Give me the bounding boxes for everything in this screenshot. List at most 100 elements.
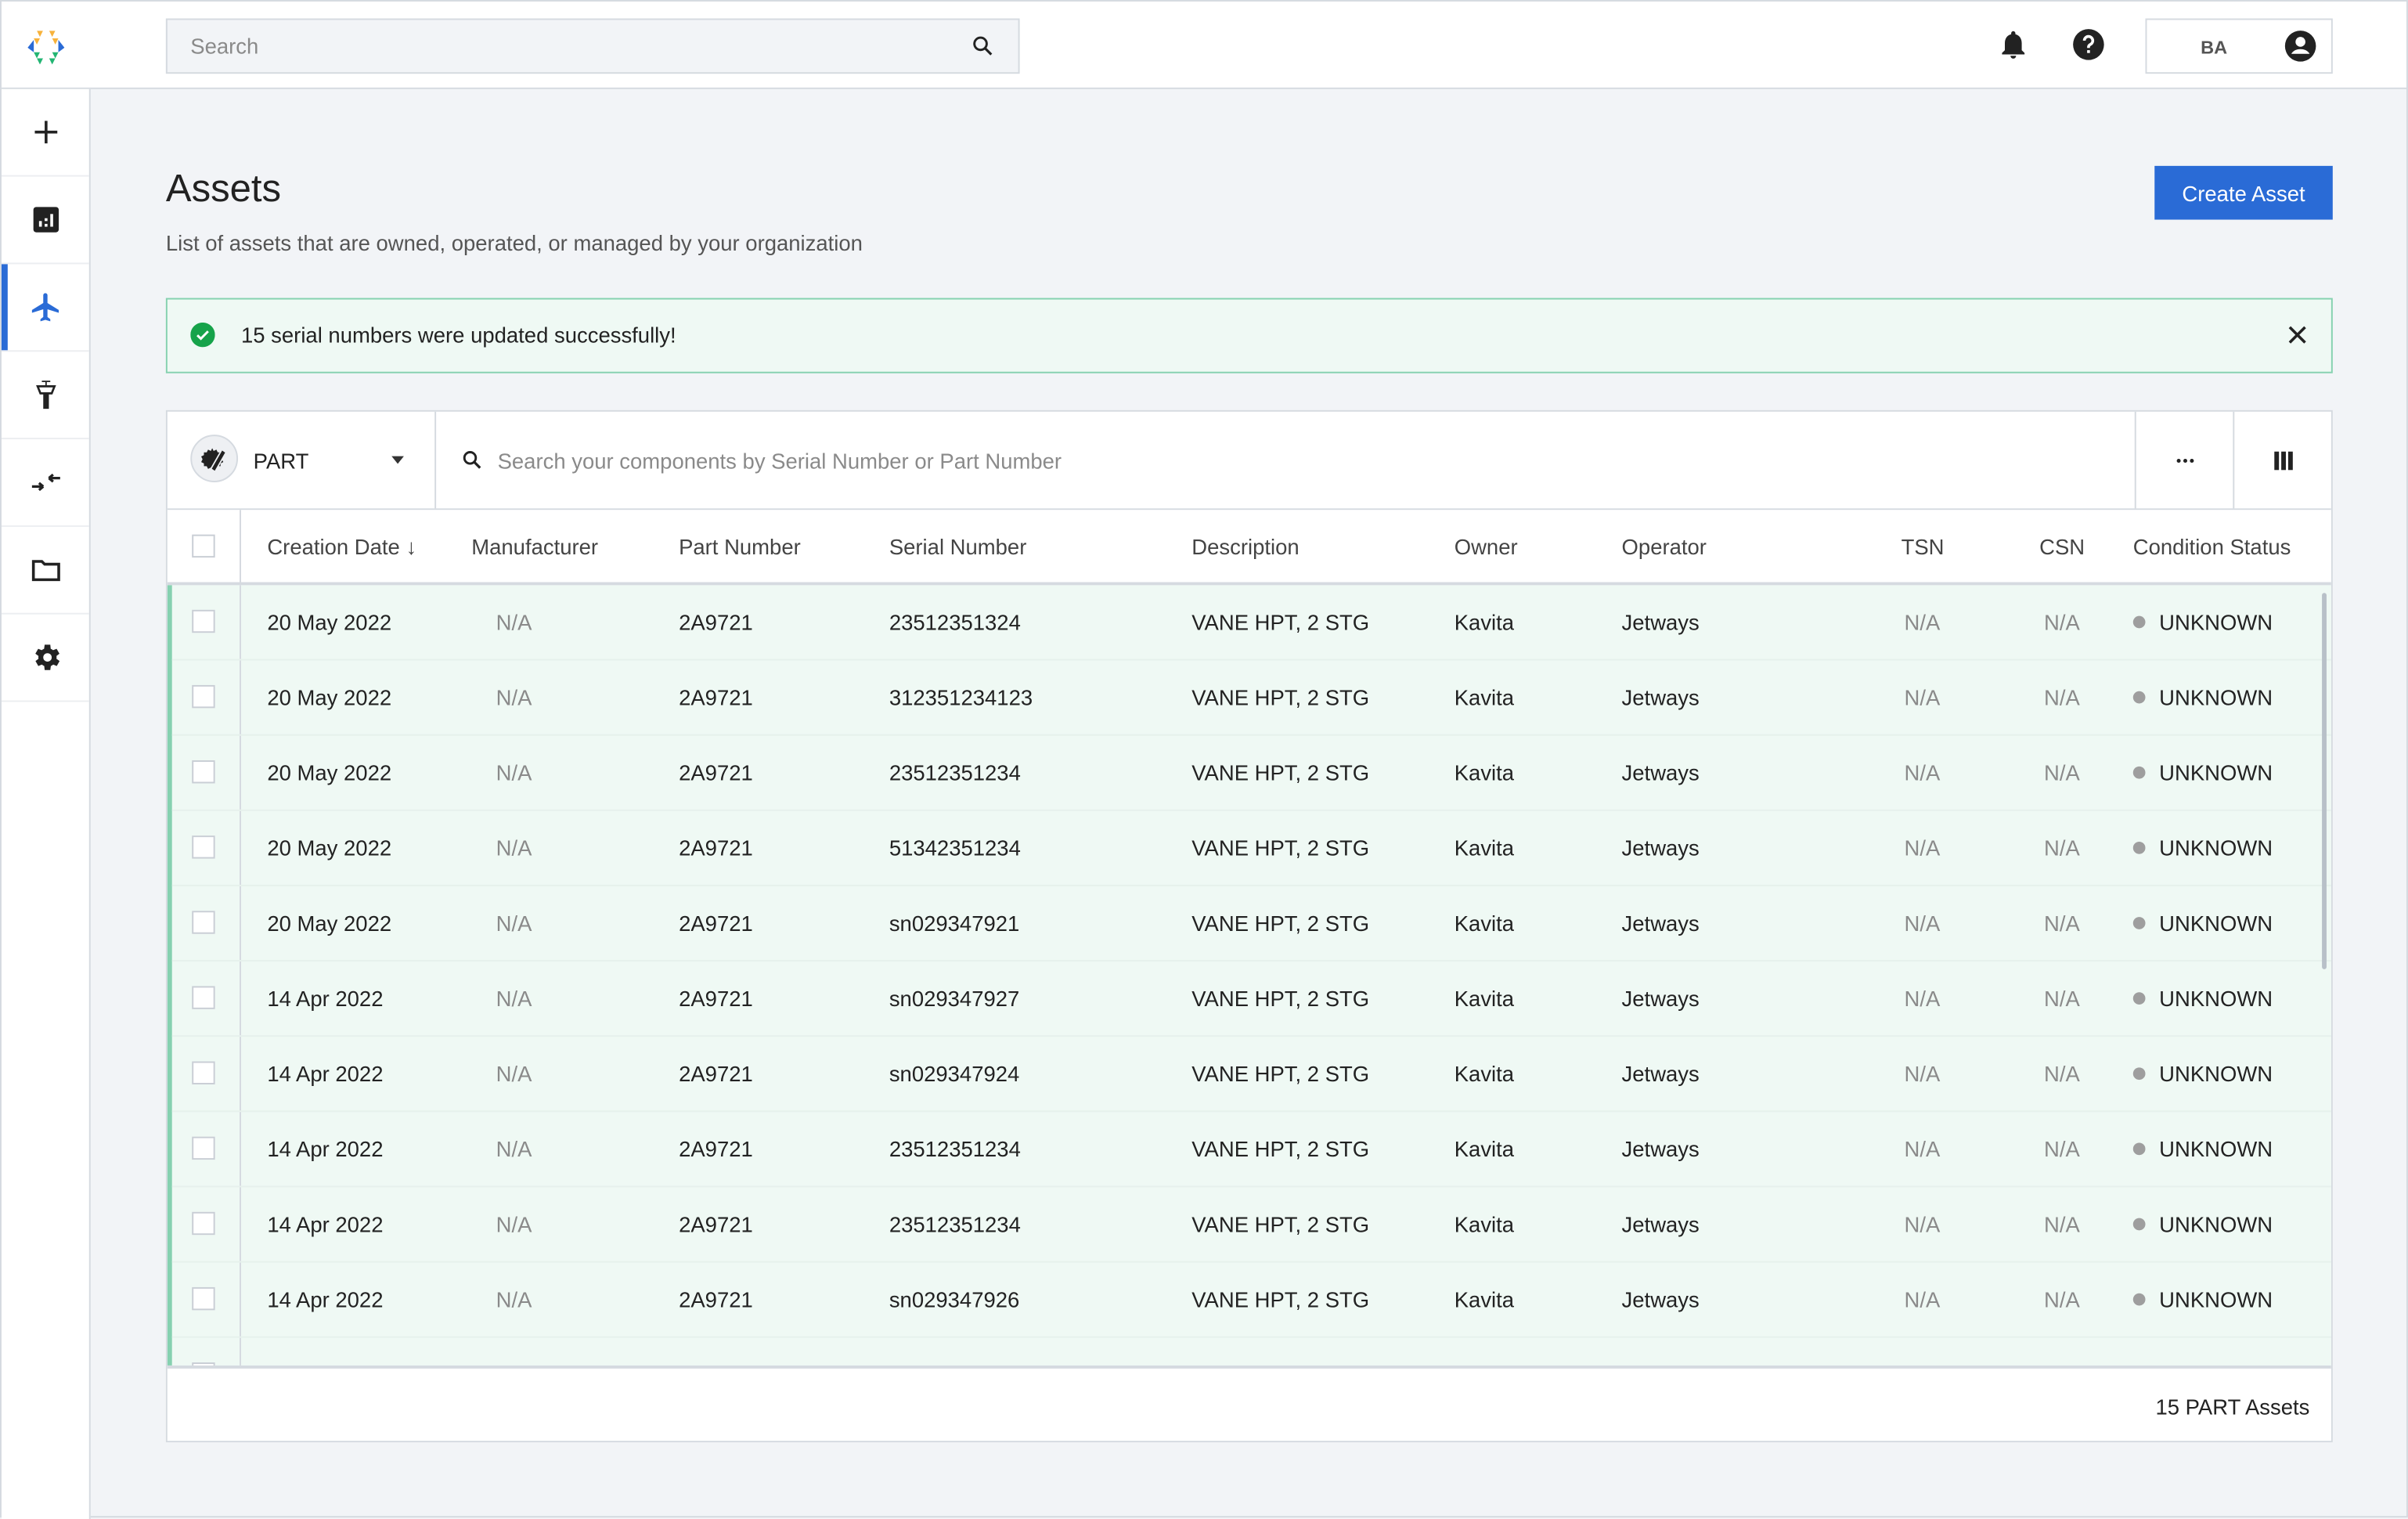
close-icon[interactable] xyxy=(2287,324,2308,345)
column-header-manufacturer[interactable]: Manufacturer xyxy=(471,535,598,559)
table-row[interactable]: 14 Apr 2022 N/A 2A9721 sn029347926 VANE HPT,… xyxy=(171,1263,2331,1338)
column-header-owner[interactable]: Owner xyxy=(1455,535,1518,559)
column-settings-button[interactable] xyxy=(2233,411,2331,509)
table-row[interactable]: 14 Apr 2022 N/A 2A9721 sn029347927 VANE HPT,… xyxy=(171,962,2331,1037)
sidebar-item-airports[interactable] xyxy=(1,352,89,440)
cell-serial-number: 51342351234 xyxy=(889,835,1021,861)
sidebar xyxy=(1,88,91,1519)
assets-table-panel: PART Search your components by Serial Nu… xyxy=(165,410,2333,1443)
sidebar-item-transfers[interactable] xyxy=(1,439,89,527)
cell-part-number: 2A9721 xyxy=(679,986,753,1011)
status-dot-icon xyxy=(2132,842,2146,854)
column-header-condition-status[interactable]: Condition Status xyxy=(2133,535,2291,559)
cell-operator: Jetways xyxy=(1621,986,1700,1011)
column-header-description[interactable]: Description xyxy=(1191,535,1299,559)
cell-creation-date: 20 May 2022 xyxy=(267,609,392,635)
cell-serial-number: 23512351234 xyxy=(889,1136,1021,1162)
cell-owner: Kavita xyxy=(1454,986,1515,1011)
table-row[interactable]: 14 Apr 2022 N/A 2A9721 23512351234 VANE HPT,… xyxy=(171,1187,2331,1263)
cell-csn: N/A xyxy=(2044,684,2080,710)
filter-bar: PART Search your components by Serial Nu… xyxy=(167,411,2331,511)
cell-serial-number: sn029347924 xyxy=(889,1061,1020,1086)
cell-creation-date: 14 Apr 2022 xyxy=(267,1136,384,1162)
table-row[interactable]: 14 Apr 2022 N/A 2A9721 sn029347924 VANE HPT,… xyxy=(171,1037,2331,1113)
logo-icon[interactable] xyxy=(27,31,65,65)
row-checkbox[interactable] xyxy=(192,835,215,859)
row-checkbox[interactable] xyxy=(192,1286,215,1311)
cell-creation-date: 20 May 2022 xyxy=(267,760,392,785)
cell-tsn: N/A xyxy=(1904,684,1941,710)
cell-serial-number: 312351234123 xyxy=(889,684,1033,710)
cell-tsn: N/A xyxy=(1904,986,1941,1011)
search-icon[interactable] xyxy=(972,35,993,56)
cell-description: VANE HPT, 2 STG xyxy=(1191,911,1370,936)
cell-manufacturer: N/A xyxy=(496,1061,532,1086)
cell-tsn: N/A xyxy=(1904,1061,1941,1086)
table-row[interactable] xyxy=(172,1338,2331,1366)
column-header-part-number[interactable]: Part Number xyxy=(679,535,801,559)
row-checkbox[interactable] xyxy=(192,986,215,1009)
cell-condition-status: UNKNOWN xyxy=(2159,760,2273,785)
more-options-button[interactable] xyxy=(2134,411,2233,509)
cell-tsn: N/A xyxy=(1904,1211,1941,1237)
sidebar-item-assets[interactable] xyxy=(1,264,89,352)
cell-operator: Jetways xyxy=(1621,835,1700,861)
cell-csn: N/A xyxy=(2044,760,2080,785)
user-menu[interactable]: BA xyxy=(2145,18,2333,74)
row-checkbox[interactable] xyxy=(192,1136,215,1160)
app-window: Search BA Assets List of assets that are… xyxy=(0,0,2408,1519)
cell-manufacturer: N/A xyxy=(496,684,532,710)
column-header-csn[interactable]: CSN xyxy=(2039,535,2085,559)
cell-serial-number: 23512351324 xyxy=(889,609,1021,635)
create-asset-button[interactable]: Create Asset xyxy=(2154,165,2333,220)
cell-operator: Jetways xyxy=(1621,1286,1700,1312)
cell-creation-date: 20 May 2022 xyxy=(267,835,392,861)
column-header-serial-number[interactable]: Serial Number xyxy=(889,535,1027,559)
row-checkbox[interactable] xyxy=(192,1061,215,1084)
column-header-creation-date[interactable]: Creation Date ↓ xyxy=(267,535,416,559)
status-dot-icon xyxy=(2132,691,2146,704)
column-header-operator[interactable]: Operator xyxy=(1622,535,1707,559)
cell-part-number: 2A9721 xyxy=(679,760,753,785)
global-search-input[interactable]: Search xyxy=(165,18,1020,74)
bell-icon[interactable] xyxy=(1996,27,2030,61)
select-all-checkbox[interactable] xyxy=(192,534,215,558)
row-checkbox[interactable] xyxy=(192,609,215,633)
help-icon[interactable] xyxy=(2071,27,2105,61)
sidebar-item-settings[interactable] xyxy=(1,615,89,702)
cell-manufacturer: N/A xyxy=(496,835,532,861)
table-scrollbar[interactable] xyxy=(2322,593,2327,969)
table-row[interactable]: 20 May 2022 N/A 2A9721 23512351234 VANE HPT,… xyxy=(171,736,2331,811)
plus-icon xyxy=(34,121,57,144)
cell-part-number: 2A9721 xyxy=(679,1286,753,1312)
cell-condition-status: UNKNOWN xyxy=(2159,609,2273,635)
column-header-tsn[interactable]: TSN xyxy=(1902,535,1945,559)
cell-csn: N/A xyxy=(2044,986,2080,1011)
component-search-placeholder: Search your components by Serial Number … xyxy=(497,448,1062,474)
component-search-input[interactable]: Search your components by Serial Number … xyxy=(436,412,2136,509)
sidebar-item-add[interactable] xyxy=(1,89,89,177)
sidebar-item-documents[interactable] xyxy=(1,527,89,615)
row-checkbox[interactable] xyxy=(192,1211,215,1236)
table-row[interactable]: 20 May 2022 N/A 2A9721 51342351234 VANE HPT,… xyxy=(171,811,2331,886)
row-checkbox[interactable] xyxy=(192,684,215,709)
chart-icon xyxy=(32,207,59,233)
cell-description: VANE HPT, 2 STG xyxy=(1191,1136,1370,1162)
cell-owner: Kavita xyxy=(1454,760,1515,785)
cell-owner: Kavita xyxy=(1454,609,1515,635)
asset-type-dropdown[interactable]: PART xyxy=(168,411,437,509)
search-icon xyxy=(463,451,481,469)
column-label: Creation Date xyxy=(267,534,400,560)
table-body: 20 May 2022 N/A 2A9721 23512351324 VANE HPT,… xyxy=(167,585,2331,1366)
cell-csn: N/A xyxy=(2044,1061,2080,1086)
status-dot-icon xyxy=(2132,1142,2146,1156)
table-row[interactable]: 20 May 2022 N/A 2A9721 sn029347921 VANE HPT,… xyxy=(171,886,2331,962)
table-row[interactable]: 20 May 2022 N/A 2A9721 312351234123 VANE HPT… xyxy=(171,661,2331,736)
cell-condition-status: UNKNOWN xyxy=(2159,911,2273,936)
cell-manufacturer: N/A xyxy=(496,609,532,635)
sidebar-item-dashboard[interactable] xyxy=(1,177,89,265)
row-checkbox[interactable] xyxy=(192,760,215,784)
row-checkbox[interactable] xyxy=(192,911,215,934)
table-row[interactable]: 14 Apr 2022 N/A 2A9721 23512351234 VANE HPT,… xyxy=(171,1112,2331,1188)
table-row[interactable]: 20 May 2022 N/A 2A9721 23512351324 VANE HPT,… xyxy=(171,585,2331,661)
